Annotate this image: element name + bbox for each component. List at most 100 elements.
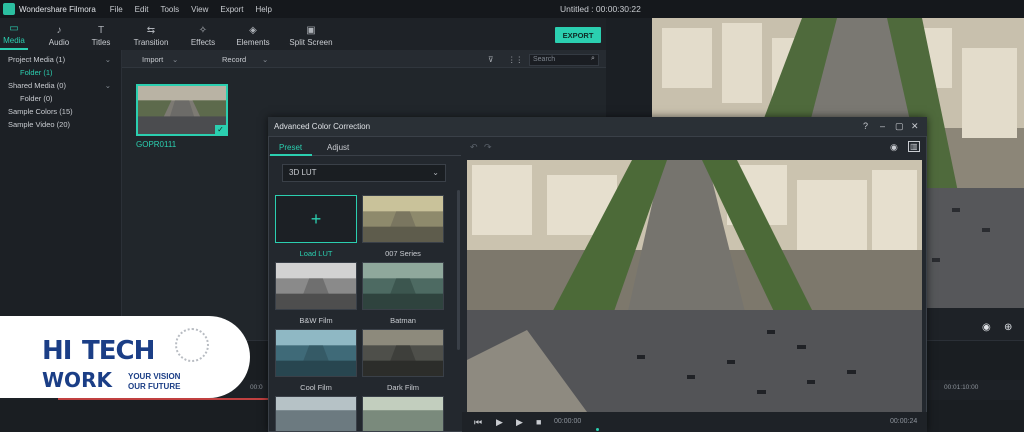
tab-elements[interactable]: ◈ Elements <box>234 18 272 50</box>
timeline-playhead-track[interactable] <box>58 398 278 400</box>
preset-label: Batman <box>390 316 416 325</box>
presets-scrollbar[interactable] <box>457 190 460 350</box>
preset-item[interactable] <box>275 396 357 432</box>
lut-dropdown[interactable]: 3D LUT ⌄ <box>282 164 446 182</box>
preset-label: Cool Film <box>300 383 332 392</box>
eye-icon[interactable]: ◉ <box>890 142 898 153</box>
preset-cool-film[interactable] <box>275 329 357 377</box>
preset-thumbnail-image <box>276 397 356 431</box>
preset-batman[interactable] <box>362 262 444 310</box>
app-name: Wondershare Filmora <box>19 4 96 14</box>
timeline-tick: 00:0 <box>250 384 263 391</box>
library-item-shared-media[interactable]: Shared Media (0) ⌄ <box>0 79 121 92</box>
library-item-folder-1[interactable]: Folder (1) <box>0 66 121 79</box>
preset-thumbnail-image <box>363 330 443 376</box>
media-clip-name: GOPR0111 <box>136 140 177 149</box>
tab-label: Split Screen <box>289 38 333 47</box>
tab-label: Elements <box>236 38 270 47</box>
watermark-tech: TECH <box>82 336 155 366</box>
zoom-icon[interactable]: ⊕ <box>1004 322 1012 333</box>
chevron-down-icon[interactable]: ⌄ <box>105 79 111 92</box>
chevron-down-icon[interactable]: ⌄ <box>262 55 268 64</box>
close-icon[interactable]: ✕ <box>911 121 919 132</box>
preset-thumbnail-image <box>363 397 443 431</box>
preset-thumbnail-image <box>363 263 443 309</box>
maximize-icon[interactable]: ▢ <box>895 121 904 132</box>
filmora-window: Wondershare Filmora File Edit Tools View… <box>0 0 1024 432</box>
import-button[interactable]: Import <box>142 55 163 64</box>
preset-item[interactable] <box>362 396 444 432</box>
export-button[interactable]: EXPORT <box>555 27 601 43</box>
preset-dark-film[interactable] <box>362 329 444 377</box>
dialog-title-bar: Advanced Color Correction ? – ▢ ✕ <box>268 117 927 137</box>
project-title: Untitled : 00:00:30:22 <box>560 4 641 14</box>
search-icon[interactable]: ⌕ <box>591 55 595 63</box>
dialog-preview-window <box>467 160 922 412</box>
text-icon: T <box>97 25 105 36</box>
grid-view-icon[interactable]: ⋮⋮ <box>508 55 523 64</box>
tab-transition[interactable]: ⇆ Transition <box>130 18 172 50</box>
transition-icon: ⇆ <box>146 25 156 36</box>
preset-bw-film[interactable] <box>275 262 357 310</box>
tab-effects[interactable]: ✧ Effects <box>188 18 218 50</box>
checkmark-icon: ✓ <box>215 125 226 135</box>
tab-media[interactable]: ▭ Media <box>0 18 28 50</box>
plus-icon: + <box>310 208 322 229</box>
library-item-sample-colors[interactable]: Sample Colors (15) <box>0 105 121 118</box>
library-item-sample-video[interactable]: Sample Video (20) <box>0 118 121 131</box>
tab-label: Titles <box>91 38 111 47</box>
render-icon[interactable]: ◉ <box>982 322 991 333</box>
stop-icon[interactable]: ■ <box>536 417 541 427</box>
menu-edit[interactable]: Edit <box>135 5 149 14</box>
library-item-label: Folder (1) <box>20 68 53 77</box>
menu-view[interactable]: View <box>191 5 208 14</box>
city-thumbnail-image <box>138 86 226 134</box>
menu-tools[interactable]: Tools <box>160 5 179 14</box>
library-item-folder-0[interactable]: Folder (0) <box>0 92 121 105</box>
tab-titles[interactable]: T Titles <box>88 18 114 50</box>
toolbar-tabs: ▭ Media ♪ Audio T Titles ⇆ Transition ✧ … <box>0 18 606 50</box>
play-icon[interactable]: ▶ <box>496 417 503 428</box>
record-button[interactable]: Record <box>222 55 246 64</box>
progress-handle[interactable] <box>596 428 599 431</box>
dialog-playback-controls: ⏮ ▶ ▶ ■ 00:00:00 00:00:24 <box>462 412 927 432</box>
help-icon[interactable]: ? <box>863 121 868 131</box>
watermark-work: WORK <box>42 368 112 392</box>
time-end: 00:00:24 <box>890 418 918 425</box>
preset-label: Load LUT <box>299 249 333 258</box>
title-bar: Wondershare Filmora File Edit Tools View… <box>0 0 1024 18</box>
preset-load-lut[interactable]: + <box>275 195 357 243</box>
filmora-logo-icon <box>3 3 15 15</box>
preset-label: B&W Film <box>299 316 333 325</box>
preset-label: Dark Film <box>386 383 420 392</box>
filter-icon[interactable]: ⊽ <box>488 55 494 64</box>
preset-007-series[interactable] <box>362 195 444 243</box>
watermark-tagline-2: OUR FUTURE <box>128 382 181 391</box>
library-item-project-media[interactable]: Project Media (1) ⌄ <box>0 53 121 66</box>
undo-icon[interactable]: ↶ <box>470 142 478 153</box>
lut-dropdown-value: 3D LUT <box>289 168 317 177</box>
tab-preset[interactable]: Preset <box>279 143 302 152</box>
chevron-down-icon[interactable]: ⌄ <box>172 55 178 64</box>
chevron-down-icon[interactable]: ⌄ <box>105 53 111 66</box>
menu-export[interactable]: Export <box>220 5 243 14</box>
menu-help[interactable]: Help <box>255 5 271 14</box>
search-input[interactable]: Search <box>529 54 599 66</box>
tab-adjust[interactable]: Adjust <box>327 143 349 152</box>
split-screen-icon: ▣ <box>306 25 316 36</box>
next-frame-icon[interactable]: ▶ <box>516 417 523 428</box>
minimize-icon[interactable]: – <box>880 121 885 131</box>
folder-icon: ▭ <box>9 23 19 34</box>
library-panel: Project Media (1) ⌄ Folder (1) Shared Me… <box>0 50 122 340</box>
menu-file[interactable]: File <box>110 5 123 14</box>
redo-icon[interactable]: ↷ <box>484 142 492 153</box>
prev-frame-icon[interactable]: ⏮ <box>474 417 482 428</box>
tab-audio[interactable]: ♪ Audio <box>44 18 74 50</box>
tab-split-screen[interactable]: ▣ Split Screen <box>288 18 334 50</box>
elements-icon: ◈ <box>249 25 257 36</box>
compare-icon[interactable]: ▥ <box>908 141 920 152</box>
timeline-tick: 00:01:10:00 <box>944 384 979 391</box>
tab-label: Media <box>3 36 25 45</box>
tab-label: Effects <box>190 38 216 47</box>
preset-label: 007 Series <box>385 249 421 258</box>
